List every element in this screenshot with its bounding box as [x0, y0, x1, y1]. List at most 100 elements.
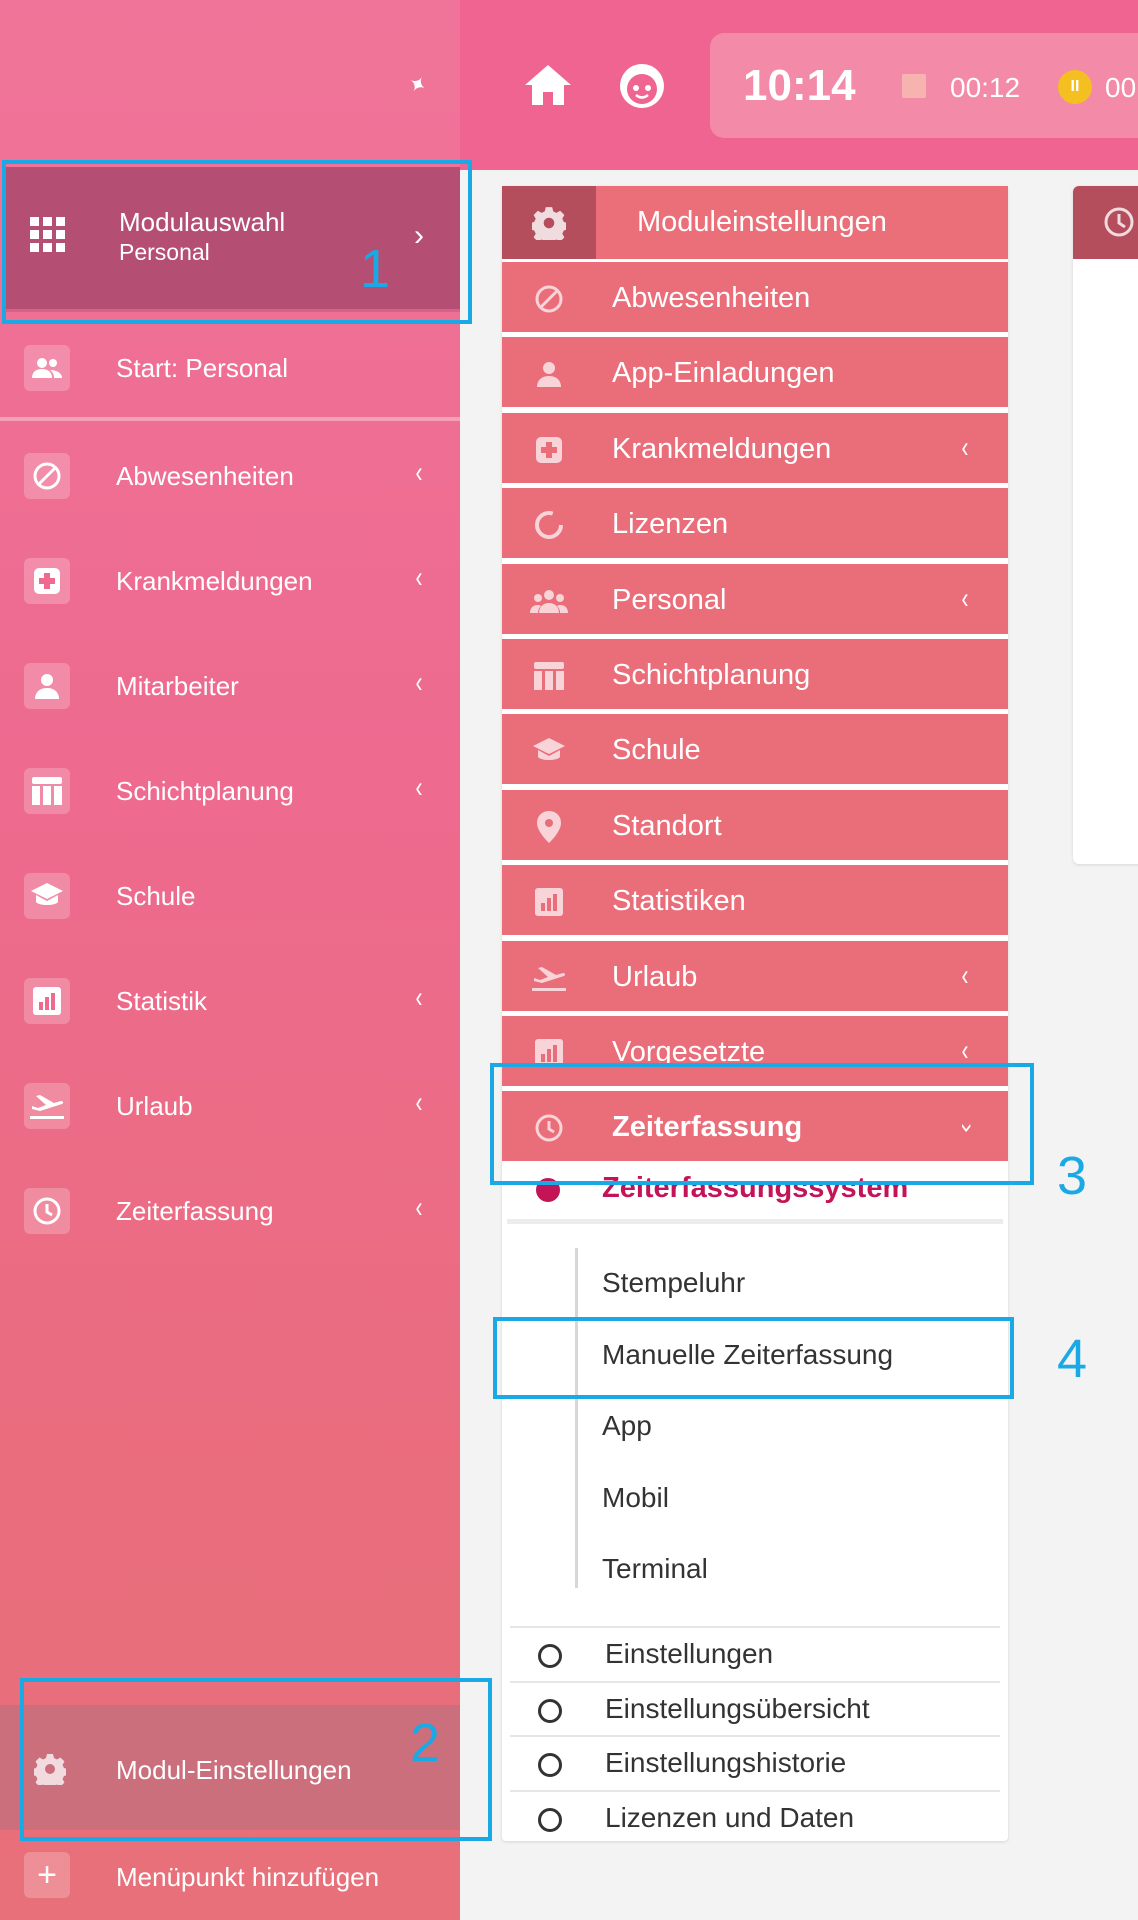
sidebar-item-statistik[interactable]: Statistik ‹	[0, 955, 460, 1045]
plus-icon: +	[24, 1852, 70, 1898]
card-header	[1073, 186, 1138, 259]
location-pin-icon	[530, 808, 568, 846]
divider	[507, 1219, 1003, 1224]
chevron-left-icon: ‹	[415, 666, 423, 699]
sidebar-divider	[0, 417, 460, 421]
annotation-number-2: 2	[410, 1713, 441, 1773]
add-menu-item-label: Menüpunkt hinzufügen	[116, 1862, 380, 1892]
license-ring-icon	[530, 506, 568, 544]
panel-item-abwesenheiten[interactable]: Abwesenheiten	[502, 259, 1008, 332]
panel-item-label: App-Einladungen	[612, 357, 835, 390]
radio-circle-icon	[538, 1807, 562, 1832]
chevron-left-icon: ‹	[415, 771, 423, 804]
tree-line	[575, 1248, 578, 1588]
panel-item-schule[interactable]: Schule	[502, 711, 1008, 785]
chevron-left-icon: ‹	[961, 581, 969, 615]
clock-icon	[1103, 206, 1135, 243]
chevron-left-icon: ‹	[415, 456, 423, 489]
sidebar-item-label: Start: Personal	[116, 353, 288, 383]
annotation-number-1: 1	[360, 239, 391, 299]
chart-icon	[530, 883, 568, 921]
sidebar-item-krankmeldungen[interactable]: Krankmeldungen ‹	[0, 535, 460, 625]
sidebar-item-label: Urlaub	[116, 1091, 193, 1121]
settings-option-label: Einstellungshistorie	[605, 1747, 847, 1778]
panel-item-app-einladungen[interactable]: App-Einladungen	[502, 334, 1008, 408]
panel-title: Moduleinstellungen	[637, 206, 887, 238]
sidebar-item-label: Schichtplanung	[116, 776, 294, 806]
sidebar-item-start[interactable]: Start: Personal	[0, 322, 460, 412]
radio-circle-icon	[538, 1753, 562, 1777]
pause-icon[interactable]: II	[1058, 70, 1092, 104]
home-icon[interactable]	[525, 65, 571, 110]
chevron-left-icon: ‹	[415, 1191, 423, 1224]
radio-circle-icon	[538, 1644, 562, 1668]
chevron-left-icon: ‹	[415, 981, 423, 1014]
sidebar-item-abwesenheiten[interactable]: Abwesenheiten ‹	[0, 430, 460, 520]
sidebar-item-urlaub[interactable]: Urlaub ‹	[0, 1060, 460, 1150]
annotation-number-4: 4	[1057, 1329, 1088, 1389]
school-icon	[530, 732, 568, 770]
panel-item-label: Krankmeldungen	[612, 432, 832, 465]
side-card	[1073, 186, 1138, 864]
stop-icon[interactable]	[902, 74, 926, 98]
sidebar-item-label: Statistik	[116, 986, 208, 1016]
settings-option-label: Einstellungen	[605, 1638, 774, 1669]
panel-item-label: Schichtplanung	[612, 659, 811, 691]
annotation-box-4	[493, 1317, 1014, 1399]
subnav-item[interactable]: Terminal	[602, 1553, 708, 1585]
panel-item-urlaub[interactable]: Urlaub ‹	[502, 937, 1008, 1011]
subnav-item[interactable]: Stempeluhr	[602, 1267, 745, 1299]
medical-cross-icon	[24, 558, 70, 604]
panel-item-lizenzen[interactable]: Lizenzen	[502, 485, 1008, 559]
airplane-icon	[530, 959, 568, 997]
chevron-left-icon: ‹	[415, 561, 423, 594]
sidebar-item-label: Krankmeldungen	[116, 566, 313, 596]
sidebar-item-label: Schule	[116, 881, 196, 911]
panel-item-schichtplanung[interactable]: Schichtplanung	[502, 636, 1008, 709]
chevron-left-icon: ‹	[415, 1086, 423, 1119]
pause-timer: 00	[1105, 72, 1137, 103]
settings-option[interactable]: Einstellungshistorie	[510, 1735, 1000, 1789]
work-timer: 00:12	[950, 72, 1021, 103]
airplane-icon	[24, 1083, 70, 1129]
panel-item-label: Urlaub	[612, 960, 698, 993]
subnav-item[interactable]: App	[602, 1410, 652, 1442]
panel-item-label: Personal	[612, 583, 727, 616]
settings-option[interactable]: Lizenzen und Daten	[510, 1789, 1000, 1844]
user-face-icon[interactable]	[618, 62, 666, 115]
table-icon	[24, 768, 70, 814]
sidebar-item-label: Abwesenheiten	[116, 461, 294, 491]
settings-option[interactable]: Einstellungsübersicht	[510, 1680, 1000, 1735]
annotation-number-3: 3	[1057, 1146, 1088, 1206]
settings-option-label: Einstellungsübersicht	[605, 1692, 870, 1724]
settings-option[interactable]: Einstellungen	[510, 1626, 1000, 1680]
panel-item-label: Lizenzen	[612, 508, 729, 541]
pin-icon[interactable]: ✦	[403, 69, 431, 101]
school-icon	[24, 873, 70, 919]
panel-header: Moduleinstellungen	[502, 186, 1008, 259]
panel-item-label: Abwesenheiten	[612, 282, 811, 314]
gear-icon	[502, 186, 596, 259]
sidebar-item-schichtplanung[interactable]: Schichtplanung ‹	[0, 745, 460, 835]
panel-item-personal[interactable]: Personal ‹	[502, 560, 1008, 634]
sidebar-item-schule[interactable]: Schule	[0, 850, 460, 940]
module-settings-panel: Moduleinstellungen Abwesenheiten App-Einl…	[502, 186, 1008, 1841]
current-time: 10:14	[743, 61, 856, 110]
table-icon	[530, 657, 568, 695]
chevron-left-icon: ‹	[961, 958, 969, 992]
medical-cross-icon	[530, 431, 568, 469]
group-icon	[530, 582, 568, 620]
subnav-item[interactable]: Mobil	[602, 1482, 669, 1514]
sidebar-item-label: Mitarbeiter	[116, 671, 239, 701]
chart-icon	[24, 978, 70, 1024]
radio-circle-icon	[538, 1698, 562, 1723]
block-icon	[24, 453, 70, 499]
panel-item-statistiken[interactable]: Statistiken	[502, 862, 1008, 936]
settings-option-label: Lizenzen und Daten	[605, 1801, 855, 1833]
panel-item-krankmeldungen[interactable]: Krankmeldungen ‹	[502, 409, 1008, 483]
panel-item-standort[interactable]: Standort	[502, 786, 1008, 860]
sidebar-item-zeiterfassung[interactable]: Zeiterfassung ‹	[0, 1165, 460, 1255]
sidebar-item-mitarbeiter[interactable]: Mitarbeiter ‹	[0, 640, 460, 730]
add-menu-item-button[interactable]: + Menüpunkt hinzufügen	[0, 1830, 460, 1920]
panel-item-label: Statistiken	[612, 885, 746, 918]
